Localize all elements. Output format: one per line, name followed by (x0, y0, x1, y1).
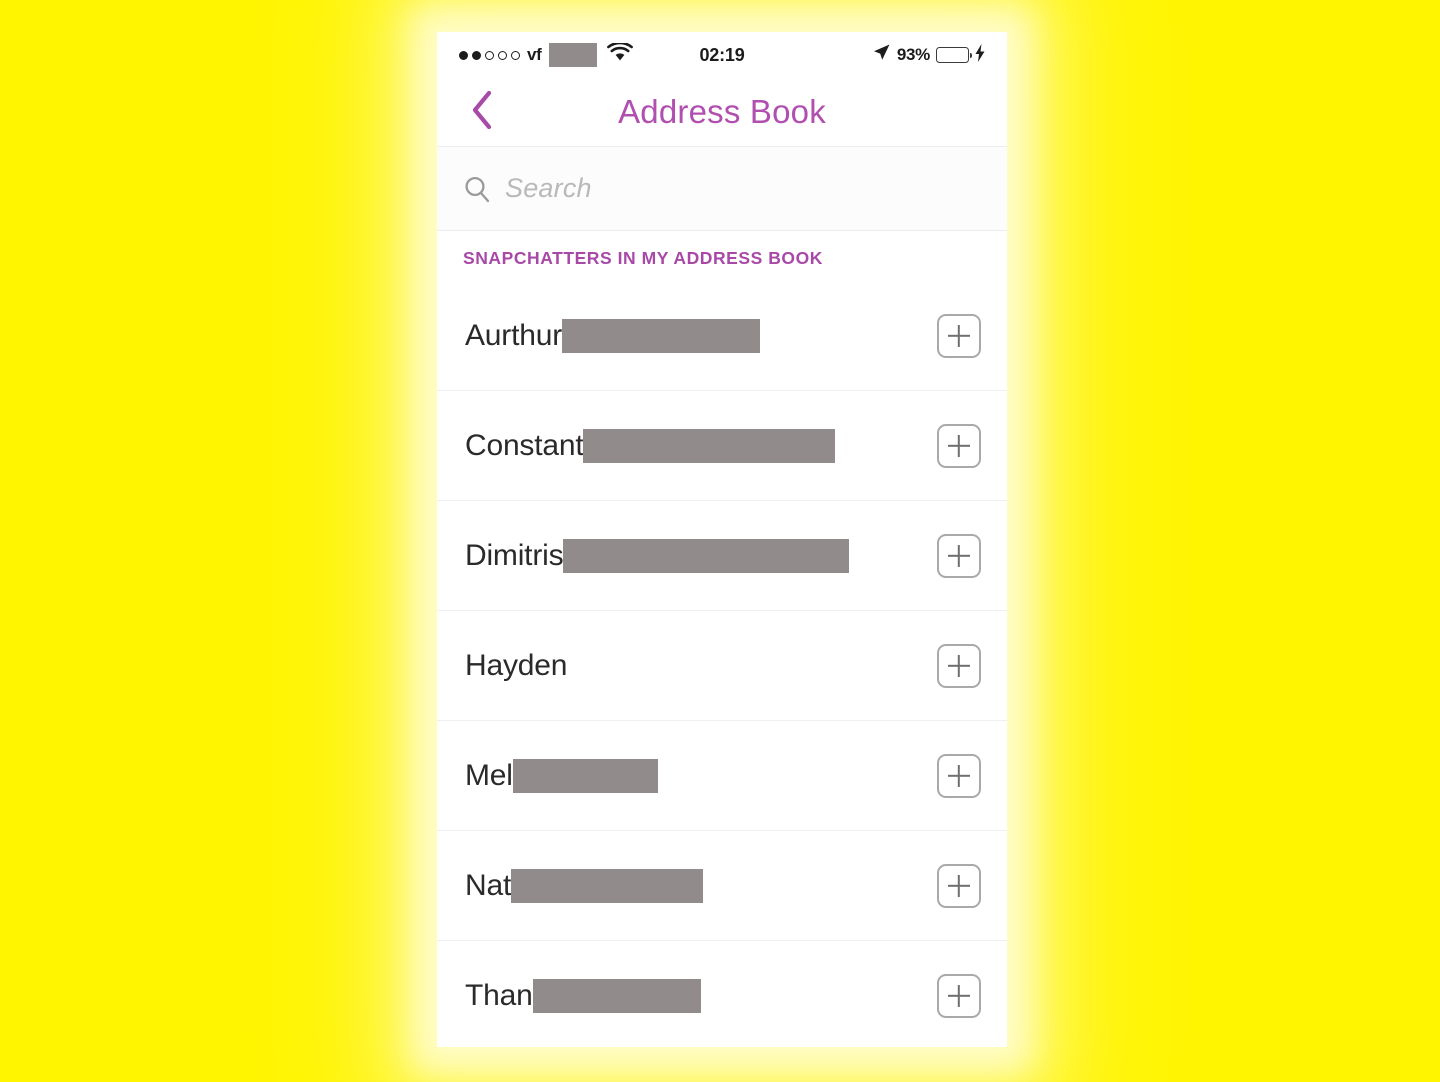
search-bar[interactable]: Search (437, 147, 1007, 231)
contact-name: Aurthur (465, 318, 562, 352)
status-bar-left: vf (459, 41, 633, 67)
contact-name: Than (465, 979, 533, 1012)
add-friend-button[interactable] (937, 313, 981, 358)
contact-name-redaction (563, 538, 850, 573)
contact-name: Mel (465, 758, 513, 792)
add-friend-button[interactable] (937, 533, 981, 578)
status-bar-right: 93% (872, 43, 985, 67)
contact-name-wrap: Than (465, 979, 919, 1013)
contact-name-redaction (511, 868, 704, 903)
contact-name-wrap: Hayden (465, 649, 919, 683)
signal-dot-2 (472, 50, 481, 60)
contact-name-wrap: Nat (465, 868, 919, 903)
contact-name-wrap: Dimitris (465, 538, 919, 573)
contact-name-wrap: Aurthur (465, 318, 919, 353)
contact-name-redaction (512, 758, 658, 793)
contact-row[interactable]: Dimitris (437, 501, 1007, 611)
contact-name-wrap: Mel (465, 758, 919, 793)
add-friend-button[interactable] (937, 753, 981, 798)
chevron-left-icon (470, 90, 494, 135)
signal-strength-dots (459, 50, 520, 60)
section-header: SNAPCHATTERS IN MY ADDRESS BOOK (437, 231, 1007, 281)
contact-row[interactable]: Aurthur (437, 281, 1007, 391)
search-input[interactable]: Search (505, 173, 592, 204)
status-bar: vf 02:19 93% (437, 32, 1007, 78)
location-arrow-icon (872, 43, 891, 67)
carrier-name-redaction (548, 43, 597, 67)
contact-row[interactable]: Nat (437, 831, 1007, 941)
page-title: Address Book (618, 93, 826, 130)
battery-percentage: 93% (896, 45, 930, 64)
signal-dot-3 (485, 50, 494, 60)
carrier-label: vf (527, 45, 542, 64)
contact-name-redaction (561, 318, 760, 353)
phone-screenshot: vf 02:19 93% Address Book Search SNAPCHA… (437, 32, 1007, 1047)
battery-icon (936, 47, 972, 63)
lightning-bolt-icon (975, 43, 985, 67)
contact-name: Hayden (465, 648, 568, 682)
navigation-bar: Address Book (437, 78, 1007, 147)
contact-row[interactable]: Hayden (437, 611, 1007, 721)
add-friend-button[interactable] (937, 863, 981, 908)
contact-name-wrap: Constant (465, 428, 919, 463)
contact-row[interactable]: Mel (437, 721, 1007, 831)
signal-dot-1 (459, 50, 468, 60)
contact-name-redaction (583, 428, 836, 463)
contact-list: Aurthur Constant Dimitris Hayden Mel Nat Than (437, 281, 1007, 1047)
contact-row[interactable]: Than (437, 941, 1007, 1047)
add-friend-button[interactable] (937, 643, 981, 688)
contact-name: Constant (465, 428, 584, 462)
back-button[interactable] (459, 89, 505, 135)
wifi-icon (606, 41, 633, 67)
add-friend-button[interactable] (937, 423, 981, 468)
contact-row[interactable]: Constant (437, 391, 1007, 501)
search-icon (463, 175, 491, 203)
contact-name: Dimitris (465, 538, 564, 572)
signal-dot-4 (498, 50, 507, 60)
contact-name-redaction (532, 979, 701, 1013)
signal-dot-5 (511, 50, 520, 60)
add-friend-button[interactable] (937, 974, 981, 1018)
contact-name: Nat (465, 868, 512, 902)
